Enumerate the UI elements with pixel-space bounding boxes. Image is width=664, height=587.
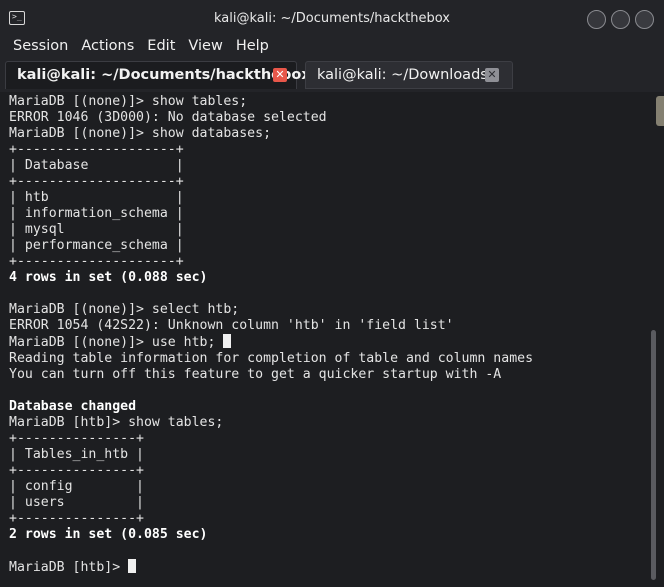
terminal-line: +---------------+ xyxy=(9,431,144,446)
terminal-line: MariaDB [htb]> xyxy=(9,560,129,575)
background-window-edge xyxy=(656,96,664,126)
close-icon[interactable]: ✕ xyxy=(485,68,499,82)
terminal-line: | users | xyxy=(9,495,144,510)
terminal-line: +---------------+ xyxy=(9,511,144,526)
terminal-line: MariaDB [(none)]> use htb; xyxy=(9,335,224,350)
menu-view[interactable]: View xyxy=(175,38,222,60)
terminal-line: 4 rows in set (0.088 sec) xyxy=(9,270,208,285)
window-title: kali@kali: ~/Documents/hackthebox xyxy=(214,11,450,26)
terminal-line: | mysql | xyxy=(9,222,184,237)
terminal-output[interactable]: MariaDB [(none)]> show tables; ERROR 104… xyxy=(0,92,664,587)
terminal-line: | performance_schema | xyxy=(9,238,184,253)
close-icon[interactable]: ✕ xyxy=(273,68,287,82)
terminal-line: +--------------------+ xyxy=(9,254,184,269)
terminal-line: MariaDB [(none)]> show tables; xyxy=(9,94,248,109)
terminal-line: +--------------------+ xyxy=(9,174,184,189)
terminal-window: >_ kali@kali: ~/Documents/hackthebox Ses… xyxy=(0,0,664,587)
tab-label: kali@kali: ~/Documents/hackthebox xyxy=(17,67,311,83)
menu-session[interactable]: Session xyxy=(0,38,68,60)
text-cursor xyxy=(128,559,137,573)
close-icon[interactable] xyxy=(635,10,654,29)
terminal-line: 2 rows in set (0.085 sec) xyxy=(9,527,208,542)
terminal-line: MariaDB [(none)]> select htb; xyxy=(9,302,240,317)
terminal-line: ERROR 1046 (3D000): No database selected xyxy=(9,110,327,125)
minimize-icon[interactable] xyxy=(587,10,606,29)
menu-actions[interactable]: Actions xyxy=(68,38,134,60)
terminal-line: | config | xyxy=(9,479,144,494)
tab-label: kali@kali: ~/Downloads xyxy=(317,67,488,83)
scrollbar-thumb[interactable] xyxy=(651,330,656,580)
terminal-line: MariaDB [htb]> show tables; xyxy=(9,415,224,430)
tab-bar: kali@kali: ~/Documents/hackthebox ✕ kali… xyxy=(0,60,664,92)
terminal-line: ERROR 1054 (42S22): Unknown column 'htb'… xyxy=(9,318,454,333)
tab-hackthebox[interactable]: kali@kali: ~/Documents/hackthebox ✕ xyxy=(5,61,311,89)
terminal-line: MariaDB [(none)]> show databases; xyxy=(9,126,272,141)
terminal-line: | Tables_in_htb | xyxy=(9,447,144,462)
terminal-line: | information_schema | xyxy=(9,206,184,221)
tab-downloads[interactable]: kali@kali: ~/Downloads ✕ xyxy=(305,61,513,89)
terminal-line: You can turn off this feature to get a q… xyxy=(9,367,502,382)
terminal-line: | Database | xyxy=(9,158,184,173)
title-bar: >_ kali@kali: ~/Documents/hackthebox xyxy=(0,0,664,38)
menu-bar: Session Actions Edit View Help xyxy=(0,38,664,60)
terminal-line: Reading table information for completion… xyxy=(9,351,534,366)
text-cursor xyxy=(223,334,232,348)
terminal-line: +--------------------+ xyxy=(9,142,184,157)
menu-edit[interactable]: Edit xyxy=(134,38,175,60)
terminal-line: +---------------+ xyxy=(9,463,144,478)
menu-help[interactable]: Help xyxy=(223,38,269,60)
terminal-text: MariaDB [(none)]> show tables; ERROR 104… xyxy=(9,94,533,576)
terminal-line: | htb | xyxy=(9,190,184,205)
maximize-icon[interactable] xyxy=(611,10,630,29)
terminal-line: Database changed xyxy=(9,399,137,414)
